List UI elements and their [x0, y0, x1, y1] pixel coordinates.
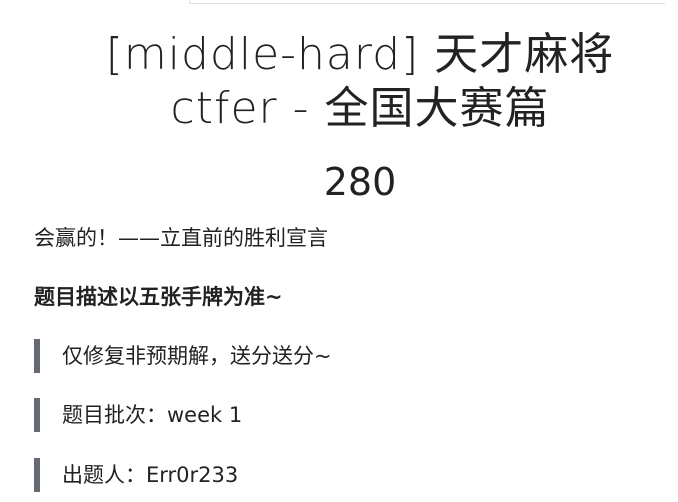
blockquote-text: 题目批次：week 1	[62, 403, 243, 427]
blockquote-bar	[34, 339, 40, 373]
blockquote-text: 出题人：Err0r233	[62, 463, 239, 487]
blockquote-fix-note: 仅修复非预期解，送分送分~	[34, 339, 654, 373]
blockquote-bar	[34, 458, 40, 492]
challenge-points: 280	[323, 160, 397, 204]
blockquote-author: 出题人：Err0r233	[34, 458, 654, 492]
blockquote-batch: 题目批次：week 1	[34, 398, 654, 432]
modal-tab-strip	[0, 0, 678, 6]
tab-underline	[189, 3, 665, 4]
challenge-title: [middle-hard] 天才麻将 ctfer - 全国大赛篇	[40, 28, 678, 136]
description-bold-note: 题目描述以五张手牌为准~	[34, 285, 283, 309]
blockquote-bar	[34, 398, 40, 432]
challenge-title-line-2: ctfer - 全国大赛篇	[170, 83, 550, 134]
description-tagline: 会赢的！——立直前的胜利宣言	[34, 226, 328, 250]
active-tab-area[interactable]	[33, 0, 189, 5]
challenge-title-line-1: [middle-hard] 天才麻将	[105, 29, 615, 80]
blockquote-text: 仅修复非预期解，送分送分~	[62, 344, 332, 368]
